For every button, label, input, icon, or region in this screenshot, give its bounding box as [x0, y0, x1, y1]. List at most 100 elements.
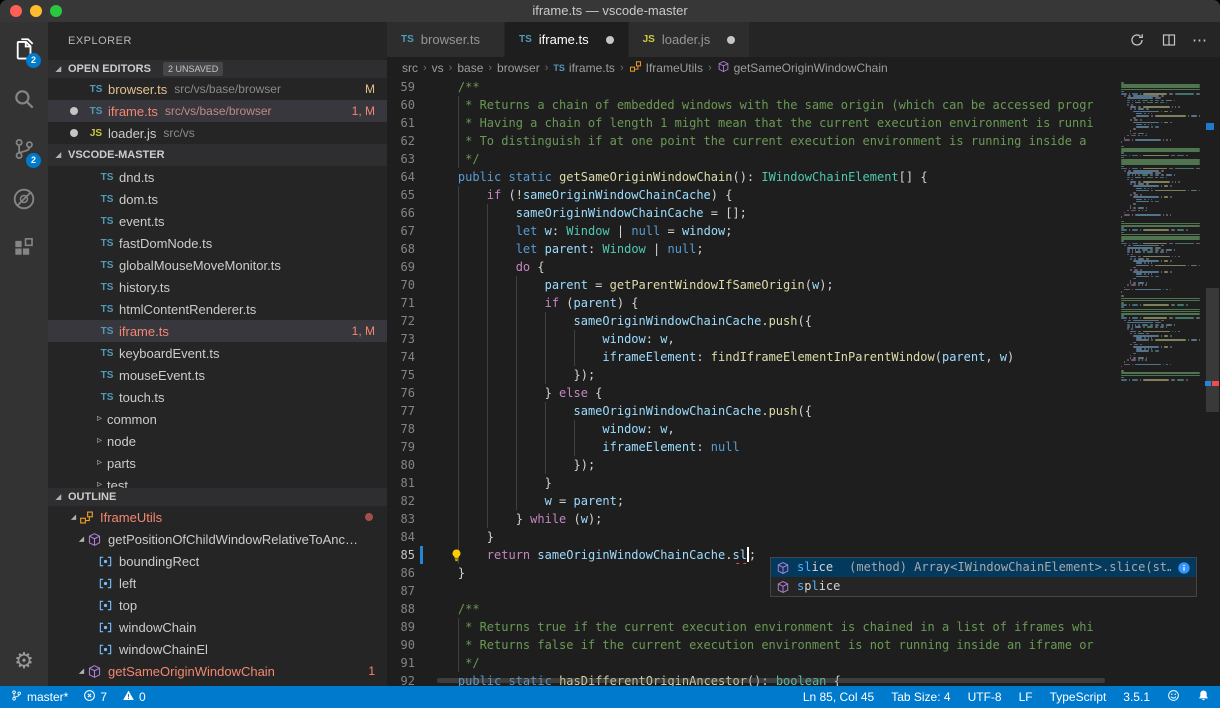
- line-number[interactable]: 71: [387, 294, 429, 312]
- code-line-66[interactable]: 66sameOriginWindowChainCache = [];: [387, 204, 1115, 222]
- code-line-71[interactable]: 71if (parent) {: [387, 294, 1115, 312]
- line-number[interactable]: 92: [387, 672, 429, 686]
- minimize-button[interactable]: [30, 5, 42, 17]
- suggest-item[interactable]: slice(method) Array<IWindowChainElement>…: [771, 558, 1196, 577]
- line-number[interactable]: 59: [387, 79, 429, 96]
- status-indentation[interactable]: Tab Size: 4: [891, 690, 950, 704]
- tree-item-dom.ts[interactable]: TSdom.ts: [48, 188, 387, 210]
- open-editor-browser.ts[interactable]: TSbrowser.tssrc/vs/base/browserM: [48, 78, 387, 100]
- code-line-82[interactable]: 82w = parent;: [387, 492, 1115, 510]
- tab-browser.ts[interactable]: TSbrowser.ts: [387, 22, 505, 57]
- tree-item-common[interactable]: ▹common: [48, 408, 387, 430]
- line-number[interactable]: 67: [387, 222, 429, 240]
- code-line-89[interactable]: 89 * Returns true if the current executi…: [387, 618, 1115, 636]
- code-line-80[interactable]: 80});: [387, 456, 1115, 474]
- line-number[interactable]: 87: [387, 582, 429, 600]
- code-line-78[interactable]: 78window: w,: [387, 420, 1115, 438]
- code-editor[interactable]: 59/**60 * Returns a chain of embedded wi…: [387, 79, 1220, 686]
- outline-item-top[interactable]: top: [48, 594, 387, 616]
- tab-iframe.ts[interactable]: TSiframe.ts: [505, 22, 629, 57]
- code-line-59[interactable]: 59/**: [387, 79, 1115, 96]
- line-number[interactable]: 80: [387, 456, 429, 474]
- activity-item-explorer[interactable]: 2: [0, 26, 48, 76]
- code-line-81[interactable]: 81}: [387, 474, 1115, 492]
- status-ts-version[interactable]: 3.5.1: [1123, 690, 1150, 704]
- code-line-60[interactable]: 60 * Returns a chain of embedded windows…: [387, 96, 1115, 114]
- folder-header[interactable]: ◢ VSCODE-MASTER: [48, 144, 387, 166]
- status-notifications[interactable]: [1197, 689, 1210, 705]
- sync-icon[interactable]: [1128, 31, 1146, 49]
- breadcrumb-item-IframeUtils[interactable]: IframeUtils: [629, 60, 703, 76]
- tree-item-event.ts[interactable]: TSevent.ts: [48, 210, 387, 232]
- code-line-73[interactable]: 73window: w,: [387, 330, 1115, 348]
- open-editors-header[interactable]: ◢ OPEN EDITORS 2 UNSAVED: [48, 60, 387, 78]
- line-number[interactable]: 70: [387, 276, 429, 294]
- close-button[interactable]: [10, 5, 22, 17]
- code-line-68[interactable]: 68let parent: Window | null;: [387, 240, 1115, 258]
- status-language-mode[interactable]: TypeScript: [1050, 690, 1107, 704]
- tree-item-parts[interactable]: ▹parts: [48, 452, 387, 474]
- activity-item-source-control[interactable]: 2: [0, 126, 48, 176]
- line-number[interactable]: 83: [387, 510, 429, 528]
- code-line-70[interactable]: 70parent = getParentWindowIfSameOrigin(w…: [387, 276, 1115, 294]
- outline-item-getsameoriginwindowchain[interactable]: ◢getSameOriginWindowChain1: [48, 660, 387, 682]
- status-cursor-position[interactable]: Ln 85, Col 45: [803, 690, 874, 704]
- line-number[interactable]: 75: [387, 366, 429, 384]
- line-number[interactable]: 89: [387, 618, 429, 636]
- tree-item-globalMouseMoveMonitor.ts[interactable]: TSglobalMouseMoveMonitor.ts: [48, 254, 387, 276]
- code-line-63[interactable]: 63 */: [387, 150, 1115, 168]
- open-editor-iframe.ts[interactable]: TSiframe.tssrc/vs/base/browser1, M: [48, 100, 387, 122]
- tree-item-fastDomNode.ts[interactable]: TSfastDomNode.ts: [48, 232, 387, 254]
- line-number[interactable]: 65: [387, 186, 429, 204]
- code-line-91[interactable]: 91 */: [387, 654, 1115, 672]
- code-line-75[interactable]: 75});: [387, 366, 1115, 384]
- tree-item-history.ts[interactable]: TShistory.ts: [48, 276, 387, 298]
- status-warnings[interactable]: 0: [122, 689, 146, 705]
- breadcrumb-item-browser[interactable]: browser: [497, 61, 540, 75]
- activity-item-search[interactable]: [0, 76, 48, 126]
- tree-item-test[interactable]: ▹test: [48, 474, 387, 488]
- code-line-88[interactable]: 88/**: [387, 600, 1115, 618]
- tree-item-dnd.ts[interactable]: TSdnd.ts: [48, 166, 387, 188]
- breadcrumb-item-vs[interactable]: vs: [432, 61, 444, 75]
- suggest-item[interactable]: splice: [771, 577, 1196, 596]
- status-errors[interactable]: 7: [83, 689, 107, 705]
- line-number[interactable]: 69: [387, 258, 429, 276]
- tree-item-touch.ts[interactable]: TStouch.ts: [48, 386, 387, 408]
- line-number[interactable]: 90: [387, 636, 429, 654]
- tree-item-iframe.ts[interactable]: TSiframe.ts1, M: [48, 320, 387, 342]
- line-number[interactable]: 74: [387, 348, 429, 366]
- line-number[interactable]: 78: [387, 420, 429, 438]
- line-number[interactable]: 73: [387, 330, 429, 348]
- line-number[interactable]: 88: [387, 600, 429, 618]
- line-number[interactable]: 64: [387, 168, 429, 186]
- tree-item-mouseEvent.ts[interactable]: TSmouseEvent.ts: [48, 364, 387, 386]
- split-editor-icon[interactable]: [1160, 31, 1178, 49]
- line-number[interactable]: 68: [387, 240, 429, 258]
- outline-item-getpositionofchildwindowrelativetoancest[interactable]: ◢getPositionOfChildWindowRelativeToAnces…: [48, 528, 387, 550]
- tree-item-htmlContentRenderer.ts[interactable]: TShtmlContentRenderer.ts: [48, 298, 387, 320]
- breadcrumb-item-iframets[interactable]: TSiframe.ts: [553, 61, 615, 75]
- breadcrumb-item-base[interactable]: base: [457, 61, 483, 75]
- status-encoding[interactable]: UTF-8: [968, 690, 1002, 704]
- code-line-84[interactable]: 84}: [387, 528, 1115, 546]
- line-number[interactable]: 61: [387, 114, 429, 132]
- code-line-69[interactable]: 69do {: [387, 258, 1115, 276]
- outline-header[interactable]: ◢ OUTLINE: [48, 488, 387, 506]
- status-eol[interactable]: LF: [1019, 690, 1033, 704]
- code-line-61[interactable]: 61 * Having a chain of length 1 might me…: [387, 114, 1115, 132]
- line-number[interactable]: 77: [387, 402, 429, 420]
- code-line-83[interactable]: 83} while (w);: [387, 510, 1115, 528]
- horizontal-scrollbar[interactable]: [437, 678, 1105, 683]
- code-line-67[interactable]: 67let w: Window | null = window;: [387, 222, 1115, 240]
- outline-item-iframeutils[interactable]: ◢IframeUtils: [48, 506, 387, 528]
- line-number[interactable]: 82: [387, 492, 429, 510]
- line-number[interactable]: 76: [387, 384, 429, 402]
- code-line-79[interactable]: 79iframeElement: null: [387, 438, 1115, 456]
- code-line-62[interactable]: 62 * To distinguish if at one point the …: [387, 132, 1115, 150]
- gear-icon[interactable]: ⚙: [0, 644, 48, 678]
- outline-item-boundingrect[interactable]: boundingRect: [48, 550, 387, 572]
- vertical-scrollbar[interactable]: [1206, 288, 1219, 412]
- outline-item-windowchain[interactable]: windowChain: [48, 616, 387, 638]
- line-number[interactable]: 72: [387, 312, 429, 330]
